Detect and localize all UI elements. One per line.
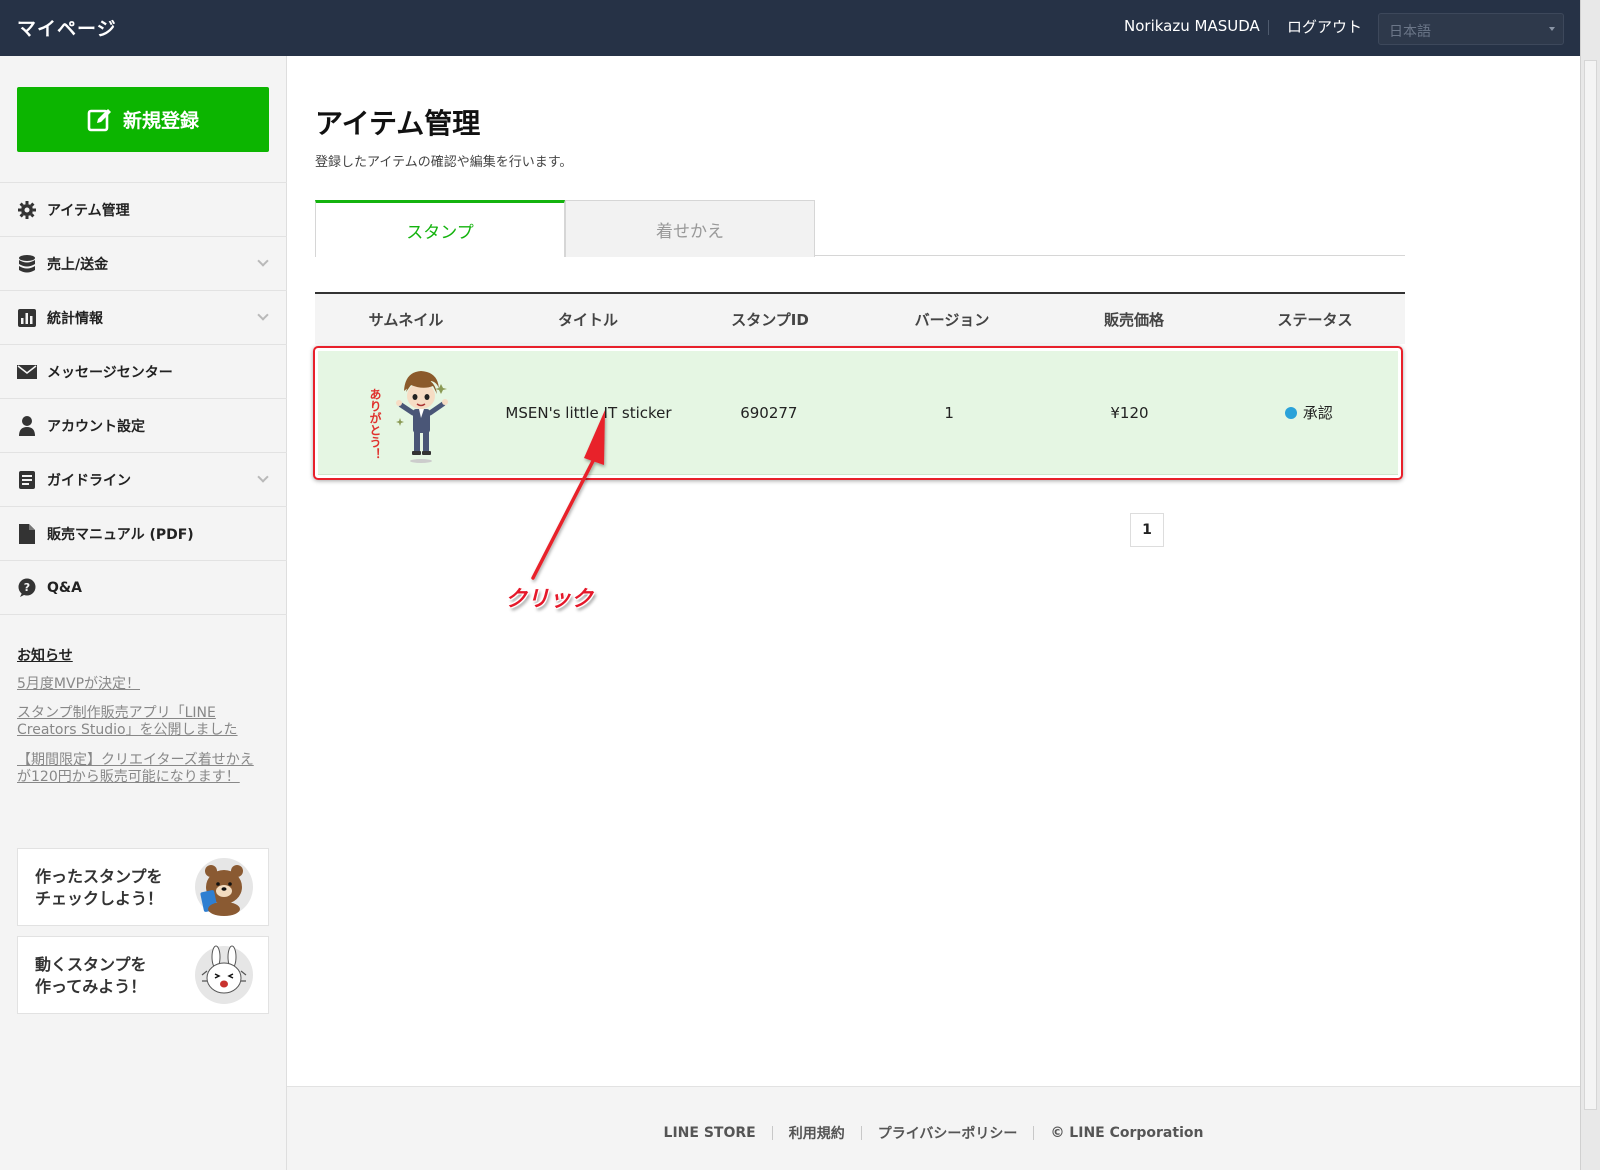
news-link[interactable]: スタンプ制作販売アプリ「LINE Creators Studio」を公開しました — [17, 705, 267, 739]
sidebar: 新規登録 アイテム管理 売上/送金 統計情報 メッセージセンター アカウント設定… — [0, 56, 287, 1170]
chevron-down-icon — [257, 471, 269, 483]
chevron-down-icon — [257, 309, 269, 321]
language-select-value: 日本語 — [1389, 24, 1431, 40]
version-cell: 1 — [944, 403, 954, 422]
cony-rabbit-icon — [195, 945, 253, 1004]
annotation-click-label: クリック — [505, 587, 594, 612]
sidebar-item-sales-manual[interactable]: 販売マニュアル (PDF) — [0, 507, 287, 561]
thumbnail-cell: ありがとう！ — [318, 351, 498, 474]
highlight-box: ありがとう！ MSEN's little IT sticker 690277 1… — [313, 346, 1403, 480]
bar-chart-icon — [17, 308, 37, 328]
sidebar-nav: アイテム管理 売上/送金 統計情報 メッセージセンター アカウント設定 ガイドラ… — [0, 182, 287, 615]
new-registration-button[interactable]: 新規登録 — [17, 87, 269, 152]
column-header-version: バージョン — [914, 310, 990, 329]
sidebar-item-guidelines[interactable]: ガイドライン — [0, 453, 287, 507]
new-registration-label: 新規登録 — [122, 110, 199, 132]
status-badge: 承認 — [1302, 404, 1333, 422]
sticker-id-cell: 690277 — [740, 403, 798, 422]
page-subtitle: 登録したアイテムの確認や編集を行います。 — [315, 155, 573, 170]
items-table: サムネイル タイトル スタンプID バージョン 販売価格 ステータス ありがとう… — [313, 292, 1405, 480]
brown-bear-icon — [195, 858, 253, 916]
footer-links: LINE STORE 利用規約 プライバシーポリシー © LINE Corpor… — [287, 1123, 1580, 1143]
column-header-thumbnail: サムネイル — [368, 310, 444, 329]
column-header-price: 販売価格 — [1103, 310, 1164, 329]
news-link[interactable]: 5月度MVPが決定！ — [17, 676, 267, 693]
sidebar-item-account-settings[interactable]: アカウント設定 — [0, 399, 287, 453]
file-icon — [17, 523, 37, 544]
sidebar-item-label: 統計情報 — [47, 310, 103, 327]
tab-stickers[interactable]: スタンプ — [315, 200, 565, 257]
question-bubble-icon: ? — [17, 578, 37, 598]
footer-link-line-store[interactable]: LINE STORE — [648, 1125, 772, 1141]
page-title: アイテム管理 — [315, 107, 481, 140]
column-header-sticker-id: スタンプID — [731, 310, 809, 329]
promo-animated-stickers[interactable]: 動くスタンプを 作ってみよう！ — [17, 936, 269, 1014]
document-icon — [17, 470, 37, 490]
sidebar-item-label: アカウント設定 — [47, 418, 145, 435]
promo-check-stickers[interactable]: 作ったスタンプを チェックしよう！ — [17, 848, 269, 926]
table-row[interactable]: ありがとう！ MSEN's little IT sticker 690277 1… — [318, 351, 1398, 475]
promo-text: 作ったスタンプを チェックしよう！ — [35, 867, 164, 908]
header-divider — [1268, 20, 1269, 35]
table-header: サムネイル タイトル スタンプID バージョン 販売価格 ステータス — [315, 292, 1405, 344]
language-select[interactable]: 日本語 — [1378, 13, 1564, 45]
envelope-icon — [17, 362, 37, 382]
title-cell[interactable]: MSEN's little IT sticker — [498, 351, 678, 474]
sidebar-item-sales[interactable]: 売上/送金 — [0, 237, 287, 291]
footer-copyright: © LINE Corporation — [1050, 1125, 1204, 1141]
footer-link-terms[interactable]: 利用規約 — [773, 1123, 861, 1143]
scrollbar-thumb[interactable] — [1584, 60, 1597, 1110]
svg-text:?: ? — [24, 581, 30, 594]
sidebar-item-qa[interactable]: ? Q&A — [0, 561, 287, 615]
sidebar-item-label: アイテム管理 — [47, 202, 130, 219]
edit-icon — [87, 108, 111, 131]
chevron-down-icon — [257, 255, 269, 267]
sidebar-item-statistics[interactable]: 統計情報 — [0, 291, 287, 345]
status-cell: 承認 — [1220, 351, 1398, 474]
vertical-scrollbar[interactable] — [1580, 0, 1600, 1170]
sidebar-item-label: ガイドライン — [47, 472, 131, 489]
sidebar-item-message-center[interactable]: メッセージセンター — [0, 345, 287, 399]
sticker-thumbnail-caption: ありがとう！ — [368, 387, 382, 459]
pagination-page-1[interactable]: 1 — [1130, 513, 1164, 547]
brand-title[interactable]: マイページ — [17, 14, 117, 41]
top-header: マイページ Norikazu MASUDA ログアウト 日本語 — [0, 0, 1580, 56]
chevron-down-icon — [1549, 27, 1555, 31]
footer: LINE STORE 利用規約 プライバシーポリシー © LINE Corpor… — [287, 1086, 1580, 1170]
main-content: アイテム管理 登録したアイテムの確認や編集を行います。 スタンプ 着せかえ サム… — [287, 56, 1580, 1086]
sidebar-item-label: メッセージセンター — [47, 364, 173, 381]
user-icon — [17, 415, 37, 436]
sidebar-item-label: 販売マニュアル (PDF) — [47, 526, 194, 543]
news-heading[interactable]: お知らせ — [17, 645, 73, 665]
browser-window: マイページ Norikazu MASUDA ログアウト 日本語 新規登録 アイテ… — [0, 0, 1580, 1170]
sidebar-item-label: Q&A — [47, 579, 82, 596]
footer-link-privacy[interactable]: プライバシーポリシー — [862, 1123, 1034, 1143]
gear-icon — [17, 200, 37, 220]
news-link[interactable]: 【期間限定】クリエイターズ着せかえが120円から販売可能になります！ — [17, 752, 267, 786]
sidebar-item-label: 売上/送金 — [47, 256, 109, 273]
item-type-tabs: スタンプ 着せかえ — [315, 200, 1405, 257]
price-cell: ¥120 — [1110, 403, 1149, 422]
status-dot-icon — [1284, 406, 1297, 419]
database-icon — [17, 254, 37, 274]
tab-themes[interactable]: 着せかえ — [565, 200, 815, 257]
logout-link[interactable]: ログアウト — [1287, 16, 1362, 37]
user-name: Norikazu MASUDA — [1124, 17, 1260, 35]
column-header-status: ステータス — [1277, 310, 1353, 329]
column-header-title: タイトル — [557, 310, 618, 329]
promo-text: 動くスタンプを 作ってみよう！ — [35, 955, 147, 996]
sidebar-item-item-management[interactable]: アイテム管理 — [0, 183, 287, 237]
sticker-thumbnail[interactable]: ありがとう！ — [353, 358, 463, 468]
